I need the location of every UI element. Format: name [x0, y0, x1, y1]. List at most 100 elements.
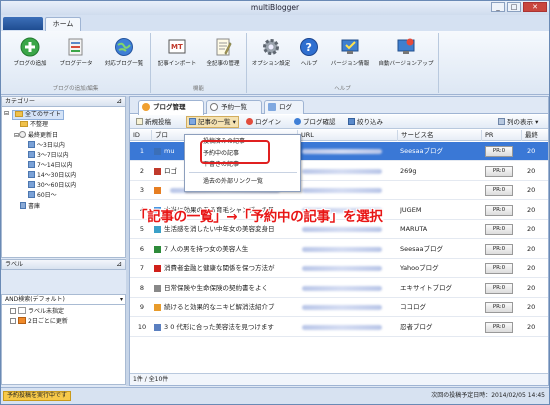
pagerank-badge: PR:0 — [485, 185, 513, 196]
next-post-time: 次回の投稿予定日時：2014/02/05 14:45 — [431, 392, 545, 399]
pencil-icon — [136, 118, 143, 125]
close-button[interactable]: ✕ — [523, 2, 547, 12]
tree-item-3-7days[interactable]: 3～7日以内 — [28, 151, 69, 160]
row-last-updated: 20 — [527, 166, 536, 175]
blurred-url — [302, 168, 382, 174]
tab-home[interactable]: ホーム — [45, 17, 81, 31]
folder-icon — [20, 121, 28, 127]
tree-toggle-root[interactable]: ⊟ — [4, 110, 9, 118]
column-header-id[interactable]: ID — [130, 130, 152, 141]
row-service-name: エキサイトブログ — [400, 283, 452, 292]
label-search-mode-select[interactable]: AND検索(デフォルト) ▾ — [1, 294, 126, 305]
row-last-updated: 20 — [527, 186, 536, 194]
auto-update-button[interactable]: 自動バージョンアップ — [375, 37, 437, 68]
clock-icon — [19, 131, 27, 138]
table-row[interactable]: 10 3 0 代形に合った美容法を見つけます 忍者ブログ PR:0 20 — [130, 318, 548, 337]
label-checkbox[interactable] — [10, 318, 16, 324]
tree-item-7-14days[interactable]: 7～14日以内 — [28, 161, 72, 170]
label-list: ラベル未指定 2日ごとに更新 — [1, 305, 126, 385]
column-header-pr[interactable]: PR — [482, 130, 522, 141]
table-row[interactable]: 9 続けると効果的なニキビ解消法紹介ブ ココログ PR:0 20 — [130, 298, 548, 317]
row-last-updated: 20 — [527, 147, 536, 155]
row-blog-title: 消費者金融と健康な関係を保つ方法が — [164, 264, 275, 272]
help-button[interactable]: ? ヘルプ — [295, 37, 323, 68]
table-row[interactable]: 6 7 人の男を持つ女の美容人生 Seesaaブログ PR:0 20 — [130, 240, 548, 259]
pagerank-badge: PR:0 — [485, 204, 513, 216]
row-id: 10 — [137, 322, 147, 331]
log-icon — [268, 103, 276, 111]
post-list-button[interactable]: 記事の一覧 ▾ — [186, 116, 239, 128]
blog-service-icon — [154, 265, 161, 272]
calendar-icon — [28, 161, 35, 168]
blog-service-icon — [154, 245, 161, 253]
label-checkbox[interactable] — [10, 308, 16, 314]
list-icon — [189, 118, 196, 125]
menu-item-external-links[interactable]: 過去の外部リンク一覧 — [203, 177, 263, 186]
row-id: 8 — [139, 283, 145, 292]
folder-icon — [15, 111, 23, 117]
version-info-button[interactable]: バージョン情報 — [327, 37, 373, 68]
file-menu-button[interactable] — [3, 17, 43, 30]
blog-service-icon — [154, 226, 161, 233]
tree-item-last-updated[interactable]: ⊟ 最終更新日 — [14, 131, 58, 140]
maximize-button[interactable]: □ — [507, 2, 521, 12]
tab-log[interactable]: ログ — [264, 100, 304, 114]
ribbon-group-label: 機能 — [192, 86, 204, 92]
import-posts-button[interactable]: MT 記事インポート — [155, 37, 199, 68]
row-service-name: MARUTA — [400, 225, 428, 233]
tree-item-within-3days[interactable]: ～3日以内 — [28, 141, 65, 150]
ribbon: ブログの追加 ブログデータ 対応ブログ一覧 ブログの追加/編集 MT 記事インポ… — [1, 31, 549, 95]
menu-separator — [189, 172, 297, 173]
tree-item-all-sites[interactable]: 全てのサイト — [12, 110, 65, 120]
options-button[interactable]: オプション設定 — [249, 37, 293, 68]
pagerank-badge: PR:0 — [485, 282, 513, 294]
row-last-updated: 20 — [527, 322, 536, 331]
manage-all-posts-button[interactable]: 全記事の管理 — [201, 37, 245, 68]
blog-service-icon — [154, 284, 161, 292]
row-id: 6 — [139, 244, 145, 253]
column-header-url[interactable]: URL — [298, 130, 398, 141]
supported-blogs-button[interactable]: 対応ブログ一覧 — [101, 37, 147, 68]
add-icon — [20, 37, 40, 57]
row-id: 7 — [139, 264, 145, 272]
table-row[interactable]: 7 消費者金融と健康な関係を保つ方法が Yahooブログ PR:0 20 — [130, 259, 548, 278]
column-display-button[interactable]: 列の表示 ▾ — [498, 117, 538, 127]
column-header-service[interactable]: サービス名 — [398, 130, 482, 141]
monitor-check-icon — [341, 39, 359, 54]
row-id: 1 — [139, 147, 145, 155]
login-button[interactable]: ログイン — [246, 117, 281, 127]
status-bar: 予約投稿を実行中です 次回の投稿予定日時：2014/02/05 14:45 — [1, 387, 549, 404]
columns-icon — [498, 118, 505, 125]
label-item-unspecified[interactable]: ラベル未指定 — [10, 307, 64, 316]
blurred-url — [302, 246, 382, 252]
column-header-last[interactable]: 最終 — [522, 130, 548, 141]
tree-item-60days-plus[interactable]: 60日～ — [28, 191, 57, 200]
row-count: 1件 / 全10件 — [130, 373, 548, 385]
tree-item-14-30days[interactable]: 14～30日以内 — [28, 171, 76, 180]
toolbar: 新規投稿 記事の一覧 ▾ ログイン ブログ確認 絞り込み 列の表示 ▾ — [130, 115, 548, 129]
pagerank-badge: PR:0 — [485, 146, 513, 157]
new-post-button[interactable]: 新規投稿 — [136, 117, 171, 127]
row-id: 9 — [139, 303, 145, 311]
tree-item-archive[interactable]: 書庫 — [20, 202, 40, 211]
blog-confirm-button[interactable]: ブログ確認 — [294, 117, 336, 127]
row-service-name: 269g — [400, 166, 417, 175]
filter-button[interactable]: 絞り込み — [348, 117, 383, 127]
row-blog-title: 7 人の男を持つ女の美容人生 — [164, 244, 249, 253]
minimize-button[interactable]: _ — [491, 2, 505, 12]
blog-data-button[interactable]: ブログデータ — [55, 37, 97, 68]
blog-service-icon — [154, 167, 161, 175]
pagerank-badge: PR:0 — [485, 302, 513, 313]
row-service-name: ココログ — [400, 303, 426, 311]
posting-status-badge: 予約投稿を実行中です — [3, 391, 72, 401]
tree-item-30-60days[interactable]: 30～60日以内 — [28, 181, 76, 190]
pin-icon[interactable]: ⊿ — [116, 260, 122, 269]
tab-blog-management[interactable]: ブログ管理 — [138, 100, 204, 115]
tab-schedule-list[interactable]: 予約一覧 — [206, 100, 262, 114]
pin-icon[interactable]: ⊿ — [116, 97, 122, 106]
app-window: multiBlogger _ □ ✕ ホーム ブログの追加 ブログデータ 対応ブ… — [0, 0, 550, 405]
label-item-every-2days[interactable]: 2日ごとに更新 — [10, 317, 68, 326]
tree-item-unsorted[interactable]: 不整理 — [20, 121, 48, 129]
table-row[interactable]: 8 日常保険や生命保険の契約書をよく エキサイトブログ PR:0 20 — [130, 279, 548, 298]
add-blog-button[interactable]: ブログの追加 — [9, 37, 51, 68]
